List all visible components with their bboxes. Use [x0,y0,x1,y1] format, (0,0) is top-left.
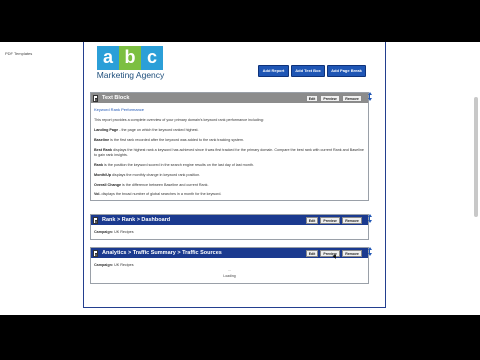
panel-title: Rank > Rank > Dashboard [102,217,171,223]
campaign-line: Campaign: UK Recipes [94,230,134,234]
text-block-intro: This report provides a complete overview… [94,118,264,122]
text-block-item: Landing Page - the page on which the key… [94,128,364,133]
loading-dots: ... [228,268,231,272]
preview-button[interactable]: Preview [320,216,340,224]
panel-header: Rank > Rank > Dashboard Edit Preview Rem… [91,215,368,225]
panel-title: Analytics > Traffic Summary > Traffic So… [102,250,222,256]
item-desc: is the difference between Baseline and c… [121,183,209,187]
agency-logo: a b c Marketing Agency [93,46,168,84]
document-icon [93,216,98,224]
item-desc: displays the monthly change in keyword r… [111,173,201,177]
item-term: Baseline [94,138,110,142]
edit-button[interactable]: Edit [306,94,318,102]
edit-button[interactable]: Edit [306,249,318,257]
logo-letter-c: c [141,46,163,70]
traffic-sources-panel: Analytics > Traffic Summary > Traffic So… [90,247,369,284]
text-block-item: Best Rank displays the highest rank a ke… [94,148,364,158]
item-term: Month/Up [94,173,111,177]
add-text-box-button[interactable]: Add Text Box [291,65,325,77]
remove-button[interactable]: Remove [342,216,362,224]
text-block-subtitle: Keyword Rank Performance [94,107,145,112]
campaign-label: Campaign: [94,230,114,234]
text-block-item: Baseline is the first rank recorded afte… [94,138,364,143]
item-term: Rank [94,163,104,167]
campaign-label: Campaign: [94,263,114,267]
reorder-arrows-icon[interactable] [367,247,372,258]
item-term: Overall Change [94,183,122,187]
document-icon [93,249,98,257]
reorder-arrows-icon[interactable] [367,92,372,103]
item-term: Landing Page [94,128,119,132]
text-block-item: Month/Up displays the monthly change in … [94,173,364,178]
preview-button[interactable]: Preview [320,249,340,257]
item-desc: - the page on which the keyword ranked h… [118,128,199,132]
campaign-value: UK Recipes [114,230,134,234]
page-scrollbar[interactable] [474,97,478,217]
loading-text: Loading [223,274,236,278]
sidebar-link-pdf-templates[interactable]: PDF Templates [5,51,32,56]
logo-letter-b: b [119,46,141,70]
campaign-value: UK Recipes [114,263,134,267]
panel-header: Text Block Edit Preview Remove [91,93,368,103]
add-report-button[interactable]: Add Report [258,65,289,77]
panel-header: Analytics > Traffic Summary > Traffic So… [91,248,368,258]
item-desc: displays the highest rank a keyword has … [94,148,364,157]
text-block-item: Overall Change is the difference between… [94,183,364,188]
remove-button[interactable]: Remove [342,249,362,257]
text-block-item: Vol. displays the broad number of global… [94,192,364,197]
text-block-item: Rank is the position the keyword scored … [94,163,364,168]
edit-button[interactable]: Edit [306,216,318,224]
reorder-arrows-icon[interactable] [367,214,372,225]
rank-dashboard-panel: Rank > Rank > Dashboard Edit Preview Rem… [90,214,369,240]
panel-title: Text Block [102,95,130,101]
item-desc: is the position the keyword scored in th… [103,163,254,167]
logo-tagline: Marketing Agency [96,70,165,80]
app-screen: PDF Templates a b c Marketing Agency Add… [0,42,480,315]
campaign-line: Campaign: UK Recipes [94,263,134,267]
text-block-panel: Text Block Edit Preview Remove Keyword R… [90,92,369,201]
item-desc: is the first rank recorded after the key… [109,138,245,142]
item-term: Best Rank [94,148,113,152]
remove-button[interactable]: Remove [342,94,362,102]
item-desc: displays the broad number of global sear… [100,192,222,196]
add-page-break-button[interactable]: Add Page Break [327,65,366,77]
logo-letter-a: a [97,46,119,70]
document-icon [93,94,98,102]
preview-button[interactable]: Preview [320,94,340,102]
